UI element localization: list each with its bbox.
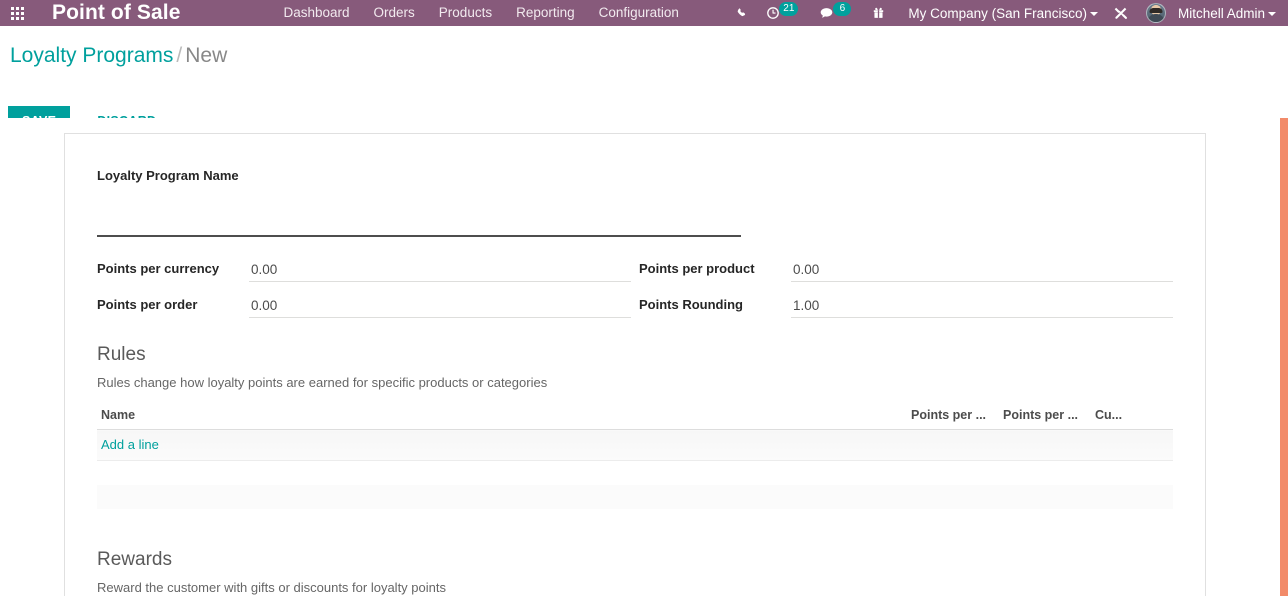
messages-chat-icon[interactable]: 6 bbox=[810, 0, 863, 26]
rules-section-subtitle: Rules change how loyalty points are earn… bbox=[97, 375, 548, 390]
rules-column-name[interactable]: Name bbox=[97, 408, 907, 430]
breadcrumb-current: New bbox=[185, 44, 228, 67]
avatar[interactable] bbox=[1137, 0, 1170, 26]
points-per-currency-input[interactable] bbox=[249, 260, 631, 282]
apps-grid-icon[interactable] bbox=[0, 0, 34, 26]
form-column-left: Points per currency Points per order bbox=[97, 254, 631, 318]
rules-add-line-cell[interactable]: Add a line bbox=[97, 429, 1173, 461]
rules-list: Name Points per ... Points per ... Cu...… bbox=[97, 408, 1173, 509]
user-name-label: Mitchell Admin bbox=[1177, 5, 1265, 21]
chevron-down-icon bbox=[1268, 11, 1276, 16]
field-points-rounding: Points Rounding bbox=[639, 290, 1173, 318]
menu-item-configuration[interactable]: Configuration bbox=[587, 0, 691, 26]
field-points-per-currency: Points per currency bbox=[97, 254, 631, 282]
points-rounding-label: Points Rounding bbox=[639, 297, 743, 312]
points-per-order-input[interactable] bbox=[249, 296, 631, 318]
chevron-down-icon bbox=[1089, 11, 1098, 16]
rules-filler-row bbox=[97, 461, 1173, 485]
rules-table-header-row: Name Points per ... Points per ... Cu... bbox=[97, 408, 1173, 430]
rules-filler-cell-shaded bbox=[97, 484, 1173, 509]
points-per-currency-label: Points per currency bbox=[97, 261, 220, 276]
rules-column-cumulative[interactable]: Cu... bbox=[1091, 408, 1173, 430]
navbar-systray: 21 6 My Company (San Francisco) Mitchell… bbox=[726, 0, 1288, 26]
tools-wrench-icon[interactable] bbox=[1104, 0, 1137, 26]
field-points-per-order: Points per order bbox=[97, 290, 631, 318]
phone-icon[interactable] bbox=[726, 0, 757, 26]
company-name-label: My Company (San Francisco) bbox=[908, 5, 1087, 21]
points-rounding-input[interactable] bbox=[791, 296, 1173, 318]
menu-item-orders[interactable]: Orders bbox=[362, 0, 427, 26]
form-sheet: Loyalty Program Name Points per currency… bbox=[64, 133, 1206, 596]
menu-item-products[interactable]: Products bbox=[427, 0, 504, 26]
rules-section-title: Rules bbox=[97, 344, 146, 365]
vertical-scrollbar[interactable] bbox=[1280, 118, 1288, 596]
rewards-section-title: Rewards bbox=[97, 548, 172, 570]
menu-item-dashboard[interactable]: Dashboard bbox=[271, 0, 361, 26]
points-per-product-input[interactable] bbox=[791, 260, 1173, 282]
main-menu: Dashboard Orders Products Reporting Conf… bbox=[271, 0, 690, 26]
left-gutter bbox=[0, 118, 64, 596]
control-panel: Loyalty Programs/New SAVE DISCARD bbox=[0, 26, 1288, 136]
user-menu[interactable]: Mitchell Admin bbox=[1170, 6, 1288, 21]
add-a-line-link[interactable]: Add a line bbox=[101, 437, 159, 452]
rules-column-points-per-2[interactable]: Points per ... bbox=[999, 408, 1091, 430]
app-brand-title[interactable]: Point of Sale bbox=[34, 1, 190, 25]
gift-icon[interactable] bbox=[863, 0, 894, 26]
rewards-section-subtitle: Reward the customer with gifts or discou… bbox=[97, 579, 446, 595]
activity-count-badge: 21 bbox=[779, 2, 799, 16]
points-per-order-label: Points per order bbox=[97, 297, 198, 312]
loyalty-program-name-input[interactable] bbox=[97, 207, 741, 237]
points-per-product-label: Points per product bbox=[639, 261, 755, 276]
breadcrumb: Loyalty Programs / New bbox=[10, 44, 227, 68]
form-column-right: Points per product Points Rounding bbox=[639, 254, 1173, 318]
messages-count-badge: 6 bbox=[833, 2, 852, 16]
rules-table: Name Points per ... Points per ... Cu...… bbox=[97, 408, 1173, 509]
rules-column-points-per-1[interactable]: Points per ... bbox=[907, 408, 999, 430]
rules-filler-row-shaded bbox=[97, 484, 1173, 509]
top-navbar: Point of Sale Dashboard Orders Products … bbox=[0, 0, 1288, 26]
breadcrumb-root[interactable]: Loyalty Programs bbox=[10, 44, 173, 67]
activity-clock-icon[interactable]: 21 bbox=[757, 0, 810, 26]
form-fields-grid: Points per currency Points per order Poi… bbox=[97, 254, 1173, 318]
scrollbar-thumb[interactable] bbox=[1280, 118, 1288, 596]
breadcrumb-separator: / bbox=[176, 44, 183, 67]
menu-item-reporting[interactable]: Reporting bbox=[504, 0, 587, 26]
rules-filler-cell bbox=[97, 461, 1173, 485]
loyalty-program-name-field-wrap bbox=[97, 207, 741, 237]
field-points-per-product: Points per product bbox=[639, 254, 1173, 282]
loyalty-program-name-label: Loyalty Program Name bbox=[97, 168, 239, 183]
rules-add-line-row[interactable]: Add a line bbox=[97, 429, 1173, 461]
company-switcher[interactable]: My Company (San Francisco) bbox=[894, 6, 1104, 21]
